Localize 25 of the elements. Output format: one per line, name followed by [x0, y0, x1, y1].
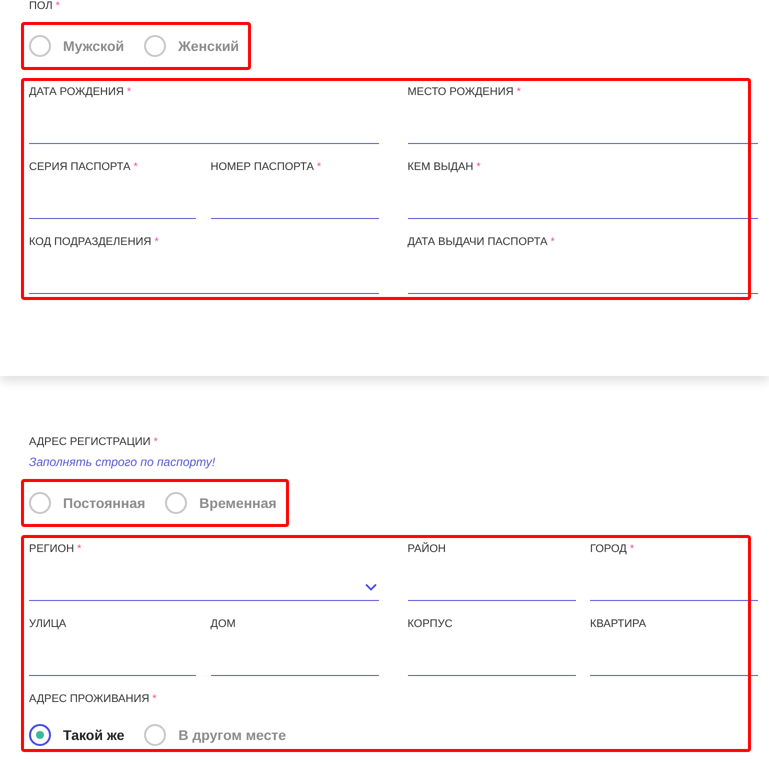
radio-option[interactable]: Женский	[144, 35, 240, 57]
field-label: КЕМ ВЫДАН *	[408, 161, 482, 173]
field-label: АДРЕС РЕГИСТРАЦИИ *	[29, 436, 159, 448]
radio-option[interactable]: Постоянная	[29, 492, 146, 514]
field-label: КОД ПОДРАЗДЕЛЕНИЯ *	[29, 236, 160, 248]
field-label: УЛИЦА	[29, 618, 68, 630]
field-label: МЕСТО РОЖДЕНИЯ *	[408, 86, 522, 98]
field-label: ДАТА РОЖДЕНИЯ *	[29, 86, 132, 98]
radio-option[interactable]: Мужской	[29, 35, 124, 57]
field-label: КОРПУС	[408, 618, 454, 630]
radio-option[interactable]: Такой же	[29, 724, 124, 746]
field-label: РЕГИОН *	[29, 543, 82, 555]
field-label: СЕРИЯ ПАСПОРТА *	[29, 161, 139, 173]
chevron-down-icon	[364, 583, 376, 591]
radio-option[interactable]: В другом месте	[144, 724, 286, 746]
field-label: ДОМ	[210, 618, 237, 630]
field-label: РАЙОН	[408, 543, 447, 555]
field-label: ПОЛ *	[29, 0, 61, 12]
field-label: ГОРОД *	[590, 543, 636, 555]
hint-text: Заполнять строго по паспорту!	[29, 455, 216, 469]
field-label: ДАТА ВЫДАЧИ ПАСПОРТА *	[408, 236, 556, 248]
field-label: НОМЕР ПАСПОРТА *	[210, 161, 322, 173]
radio-option[interactable]: Временная	[165, 492, 277, 514]
field-label: АДРЕС ПРОЖИВАНИЯ *	[29, 693, 158, 705]
field-label: КВАРТИРА	[590, 618, 648, 630]
